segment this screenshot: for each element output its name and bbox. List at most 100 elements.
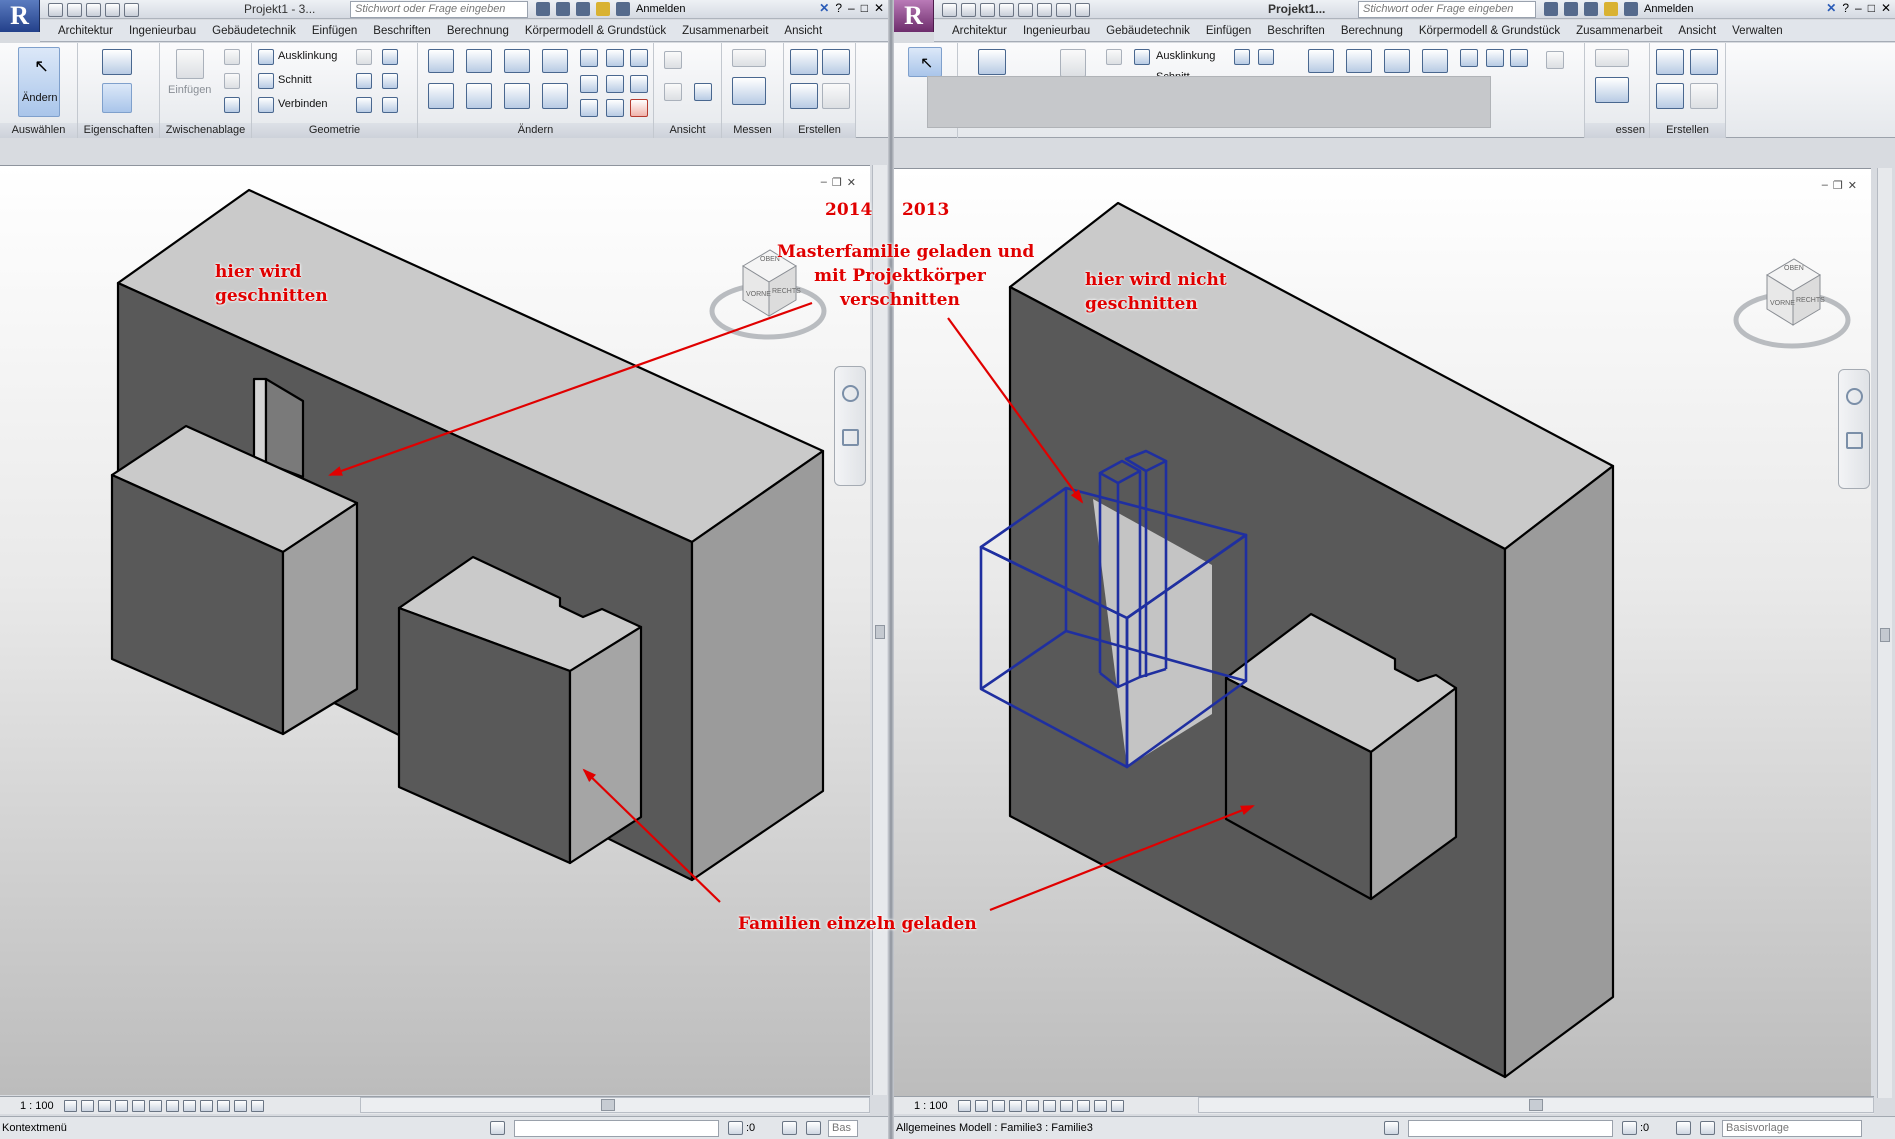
hide-icon[interactable] [664,51,682,69]
create-group-icon[interactable] [1656,83,1684,109]
join-label[interactable]: Verbinden [278,98,328,110]
viewcube-top-label[interactable]: OBEN [760,256,780,263]
paste-icon[interactable] [1060,49,1086,77]
modify-button[interactable]: ↖ [908,47,942,77]
redo-icon[interactable] [1018,2,1033,17]
reveal-hidden-icon[interactable] [1110,1099,1124,1112]
move-icon[interactable] [428,83,454,109]
exchange-icon[interactable]: ✕ [819,1,829,15]
split-face-icon[interactable] [382,49,398,65]
design-option-dropdown[interactable]: Bas [828,1120,858,1137]
delete-icon[interactable] [630,99,648,117]
application-menu-button[interactable]: R [894,0,934,32]
viewcube-front-label[interactable]: VORNE [1770,300,1795,307]
viewcube-right-label[interactable]: RECHTS [1796,297,1825,304]
paint-icon[interactable] [356,97,372,113]
tab-einfuegen[interactable]: Einfügen [1198,25,1259,37]
zoom-icon[interactable] [842,429,859,446]
tab-ingenieurbau[interactable]: Ingenieurbau [1015,25,1098,37]
linework-icon[interactable] [694,83,712,101]
match-properties-icon[interactable] [224,97,240,113]
trim-icon[interactable] [542,83,568,109]
join-icon[interactable] [258,97,274,113]
tab-architektur[interactable]: Architektur [50,25,121,37]
join-roof-icon[interactable] [356,73,372,89]
sun-path-icon[interactable] [97,1099,111,1112]
trim-single-icon[interactable] [580,99,598,117]
measure-icon[interactable] [732,49,766,67]
scale-icon[interactable] [606,75,624,93]
tab-ansicht[interactable]: Ansicht [776,25,830,37]
wall-joins-icon[interactable] [356,49,372,65]
tab-koerpermodell[interactable]: Körpermodell & Grundstück [517,25,674,37]
offset-icon[interactable] [466,49,492,73]
undo-icon[interactable] [999,2,1014,17]
binoculars-icon[interactable] [536,2,550,16]
visual-style-icon[interactable] [80,1099,94,1112]
dimension-icon[interactable] [1595,77,1629,103]
workset-dropdown[interactable] [514,1120,719,1137]
measure-qat-icon[interactable] [1037,2,1052,17]
cope-label[interactable]: Ausklinkung [1156,50,1215,62]
workset-dropdown[interactable] [1408,1120,1613,1137]
star-icon[interactable] [596,2,610,16]
similar-icon[interactable] [822,83,850,109]
filter-icon[interactable] [1622,1121,1637,1135]
beam-join-icon[interactable] [382,73,398,89]
reveal-hidden-icon[interactable] [216,1099,230,1112]
maximize-button[interactable]: □ [861,1,868,15]
modify-button[interactable]: ↖ Ändern [18,47,60,117]
steering-wheel-icon[interactable] [842,385,859,402]
sync-icon[interactable] [86,2,101,17]
editable-only-icon[interactable] [1700,1121,1715,1135]
tab-zusammenarbeit[interactable]: Zusammenarbeit [674,25,776,37]
analytical-model-icon[interactable] [250,1099,264,1112]
wall-joins-icon[interactable] [1234,49,1250,65]
detail-level-icon[interactable] [63,1099,77,1112]
zoom-icon[interactable] [1846,432,1863,449]
similar-icon[interactable] [1690,83,1718,109]
open-icon[interactable] [48,2,63,17]
workset-icon[interactable] [490,1121,505,1135]
pin-icon[interactable] [1510,49,1528,67]
shadows-icon[interactable] [1008,1099,1022,1112]
tab-verwalten[interactable]: Verwalten [1724,25,1791,37]
help-icon[interactable]: ? [1842,1,1849,15]
offset-icon[interactable] [1346,49,1372,73]
paste-icon[interactable] [176,49,204,79]
align-icon[interactable] [428,49,454,73]
tab-beschriften[interactable]: Beschriften [1259,25,1333,37]
viewcube-front-label[interactable]: VORNE [746,291,771,298]
redo-icon[interactable] [124,2,139,17]
viewcube[interactable]: OBEN VORNE RECHTS [1732,245,1852,355]
tab-berechnung[interactable]: Berechnung [1333,25,1411,37]
unlock-view-icon[interactable] [1076,1099,1090,1112]
minimize-button[interactable]: ‒ [848,1,855,15]
horizontal-scrollbar[interactable] [1198,1097,1874,1113]
unlock-view-icon[interactable] [182,1099,196,1112]
type-properties-icon[interactable] [978,49,1006,75]
design-options-icon[interactable] [1676,1121,1691,1135]
shadows-icon[interactable] [114,1099,128,1112]
tab-koerpermodell[interactable]: Körpermodell & Grundstück [1411,25,1568,37]
key-icon[interactable] [556,2,570,16]
crop-view-icon[interactable] [1042,1099,1056,1112]
temp-hide-icon[interactable] [1093,1099,1107,1112]
create-group-icon[interactable] [790,83,818,109]
filter-icon[interactable] [728,1121,743,1135]
cut-geometry-icon[interactable] [258,73,274,89]
tab-architektur[interactable]: Architektur [944,25,1015,37]
3d-view-canvas[interactable]: ‒ ❐ ✕ OBEN VORNE RECHTS [0,165,870,1095]
mirror-draw-icon[interactable] [542,49,568,73]
search-input[interactable]: Stichwort oder Frage eingeben [1358,1,1536,18]
crop-region-icon[interactable] [165,1099,179,1112]
exchange-icon[interactable]: ✕ [1826,1,1836,15]
crop-region-icon[interactable] [1059,1099,1073,1112]
trim-multiple-icon[interactable] [606,99,624,117]
align-icon[interactable] [1308,49,1334,73]
close-button[interactable]: ✕ [874,1,884,15]
temp-hide-icon[interactable] [199,1099,213,1112]
tag-qat-icon[interactable] [1075,2,1090,17]
tab-beschriften[interactable]: Beschriften [365,25,439,37]
3d-model[interactable] [894,169,1871,1098]
